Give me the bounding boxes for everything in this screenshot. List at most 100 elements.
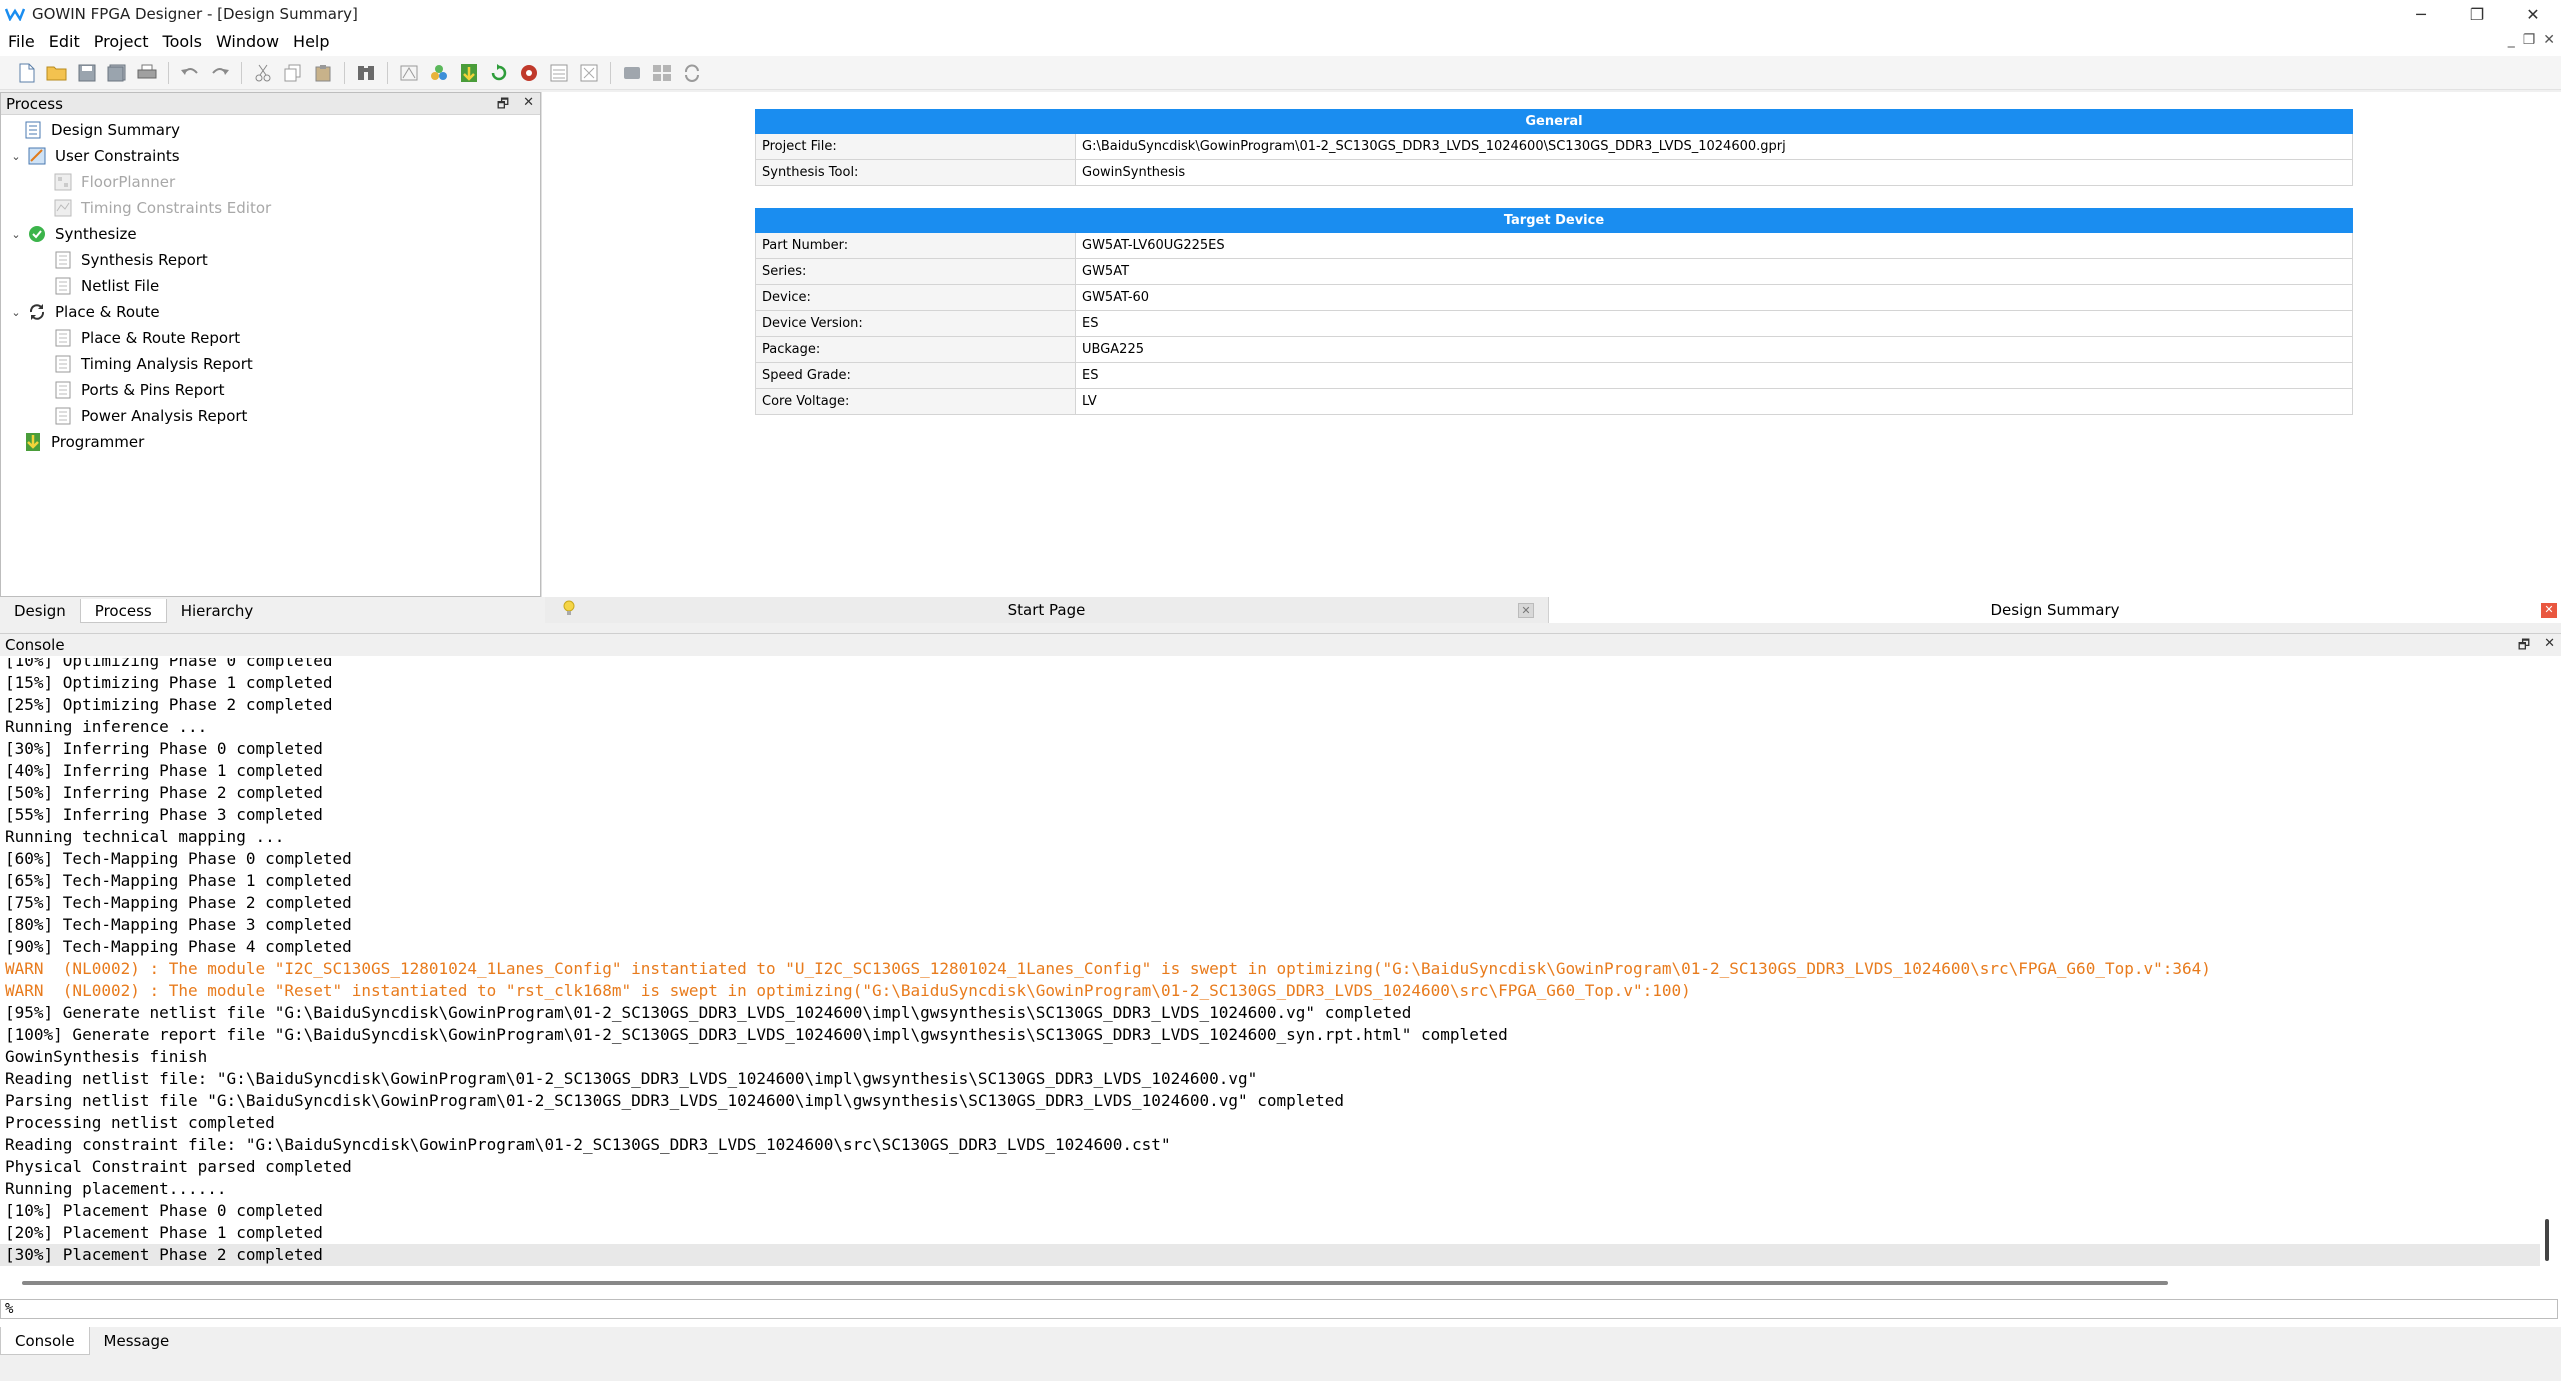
tree-item-timing-analysis-report[interactable]: Timing Analysis Report	[1, 351, 540, 377]
target-device-header: Target Device	[755, 208, 2353, 233]
command-input[interactable]: %	[0, 1299, 2558, 1319]
new-file-icon[interactable]	[12, 59, 42, 87]
console-output[interactable]: [10%] Optimizing Phase 0 completed [15%] …	[0, 658, 2540, 1268]
save-icon[interactable]	[72, 59, 102, 87]
menu-file[interactable]: File	[0, 28, 42, 56]
table-row: Device Version: ES	[755, 310, 2353, 337]
tab-design[interactable]: Design	[0, 599, 80, 623]
find-icon[interactable]	[351, 59, 381, 87]
menu-tools[interactable]: Tools	[156, 28, 209, 56]
mdi-close-button[interactable]: ✕	[2543, 32, 2555, 48]
menu-help[interactable]: Help	[286, 28, 336, 56]
close-icon[interactable]: ✕	[2541, 603, 2557, 618]
restore-button[interactable]: ❐	[2449, 0, 2505, 28]
console-line: GowinSynthesis finish	[5, 1047, 208, 1066]
table-row: Speed Grade: ES	[755, 362, 2353, 389]
chevron-down-icon[interactable]: ⌄	[9, 306, 23, 319]
place-route-icon[interactable]	[454, 59, 484, 87]
tree-item-synthesize[interactable]: ⌄ Synthesize	[1, 221, 540, 247]
tree-item-power-analysis-report[interactable]: Power Analysis Report	[1, 403, 540, 429]
general-table: General Project File: G:\BaiduSyncdisk\G…	[755, 109, 2353, 186]
undo-icon[interactable]	[175, 59, 205, 87]
console-warning-line: WARN (NL0002) : The module "I2C_SC130GS_…	[5, 959, 2211, 978]
print-icon[interactable]	[132, 59, 162, 87]
vertical-scrollbar[interactable]	[2545, 1219, 2549, 1261]
chevron-down-icon[interactable]: ⌄	[9, 228, 23, 241]
project-file-label: Project File:	[755, 133, 1076, 160]
console-line: [40%] Inferring Phase 1 completed	[5, 761, 323, 780]
console-line: [10%] Placement Phase 0 completed	[5, 1201, 323, 1220]
close-icon[interactable]: ✕	[1518, 603, 1534, 618]
menu-project[interactable]: Project	[87, 28, 156, 56]
console-line: Running placement......	[5, 1179, 227, 1198]
close-panel-button[interactable]: ✕	[2544, 636, 2555, 658]
tree-item-ports-pins-report[interactable]: Ports & Pins Report	[1, 377, 540, 403]
synthesize-icon[interactable]	[424, 59, 454, 87]
stop-icon[interactable]	[514, 59, 544, 87]
paste-icon[interactable]	[308, 59, 338, 87]
speed-grade-label: Speed Grade:	[755, 362, 1076, 389]
tab-hierarchy[interactable]: Hierarchy	[167, 599, 268, 623]
check-icon	[27, 224, 47, 244]
refresh-icon	[27, 302, 47, 322]
process-tree: Design Summary ⌄ User Constraints FloorP…	[1, 115, 540, 455]
console-line: [20%] Placement Phase 1 completed	[5, 1223, 323, 1242]
menu-edit[interactable]: Edit	[42, 28, 87, 56]
console-line: [50%] Inferring Phase 2 completed	[5, 783, 323, 802]
mdi-restore-button[interactable]: ❐	[2523, 32, 2536, 48]
device-label: Device:	[755, 284, 1076, 311]
lightbulb-icon	[563, 600, 575, 622]
device-version-value: ES	[1075, 310, 2353, 337]
summary-doc-icon	[23, 120, 43, 140]
open-folder-icon[interactable]	[42, 59, 72, 87]
process-panel-title: Process	[6, 94, 63, 113]
left-panel-tabs: Design Process Hierarchy	[0, 597, 541, 623]
minimize-button[interactable]: ─	[2393, 0, 2449, 28]
float-panel-button[interactable]: 🗗	[2518, 636, 2530, 658]
tree-item-place-route[interactable]: ⌄ Place & Route	[1, 299, 540, 325]
tab-start-page[interactable]: Start Page ✕	[545, 597, 1548, 623]
tab-console[interactable]: Console	[0, 1327, 90, 1355]
tree-item-place-route-report[interactable]: Place & Route Report	[1, 325, 540, 351]
horizontal-scrollbar[interactable]	[22, 1281, 2168, 1285]
tree-item-design-summary[interactable]: Design Summary	[1, 117, 540, 143]
bottom-tabs: Console Message	[0, 1327, 2561, 1357]
console-line: [60%] Tech-Mapping Phase 0 completed	[5, 849, 352, 868]
close-report-icon[interactable]	[574, 59, 604, 87]
menu-window[interactable]: Window	[209, 28, 286, 56]
cut-icon[interactable]	[248, 59, 278, 87]
tree-item-synthesis-report[interactable]: Synthesis Report	[1, 247, 540, 273]
redo-icon[interactable]	[205, 59, 235, 87]
rerun-icon[interactable]	[484, 59, 514, 87]
tree-item-user-constraints[interactable]: ⌄ User Constraints	[1, 143, 540, 169]
console-line: [75%] Tech-Mapping Phase 2 completed	[5, 893, 352, 912]
refresh-toolbar-icon[interactable]	[677, 59, 707, 87]
close-window-button[interactable]: ✕	[2505, 0, 2561, 28]
chevron-down-icon[interactable]: ⌄	[9, 150, 23, 163]
tree-item-programmer[interactable]: Programmer	[1, 429, 540, 455]
console-line: [100%] Generate report file "G:\BaiduSyn…	[5, 1025, 1508, 1044]
series-label: Series:	[755, 258, 1076, 285]
table-row: Project File: G:\BaiduSyncdisk\GowinProg…	[755, 133, 2353, 160]
tab-process[interactable]: Process	[79, 599, 167, 623]
console-line: Parsing netlist file "G:\BaiduSyncdisk\G…	[5, 1091, 1344, 1110]
mdi-controls: _ ❐ ✕	[2508, 32, 2555, 48]
save-all-icon[interactable]	[102, 59, 132, 87]
console-line: [80%] Tech-Mapping Phase 3 completed	[5, 915, 352, 934]
tree-item-netlist-file[interactable]: Netlist File	[1, 273, 540, 299]
console-line: [30%] Inferring Phase 0 completed	[5, 739, 323, 758]
mdi-minimize-button[interactable]: _	[2508, 32, 2515, 48]
tree-item-floorplanner[interactable]: FloorPlanner	[1, 169, 540, 195]
run-all-icon[interactable]	[394, 59, 424, 87]
report-icon[interactable]	[544, 59, 574, 87]
copy-icon[interactable]	[278, 59, 308, 87]
grid-icon[interactable]	[647, 59, 677, 87]
tree-item-timing-constraints-editor[interactable]: Timing Constraints Editor	[1, 195, 540, 221]
float-panel-button[interactable]: 🗗	[497, 95, 509, 117]
tab-message[interactable]: Message	[90, 1327, 184, 1355]
program-icon[interactable]	[617, 59, 647, 87]
toolbar	[0, 56, 2561, 90]
close-panel-button[interactable]: ✕	[523, 95, 534, 117]
tab-design-summary[interactable]: Design Summary ✕	[1548, 597, 2561, 623]
console-line: Reading netlist file: "G:\BaiduSyncdisk\…	[5, 1069, 1258, 1088]
